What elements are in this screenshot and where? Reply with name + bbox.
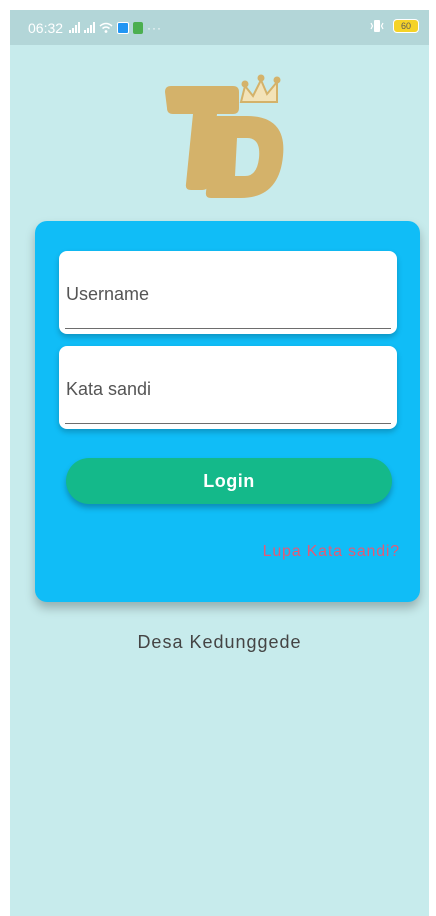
app-screen: 06:32 ··· 60 Username Kata sandi Login L… — [10, 10, 429, 916]
status-icons-right: 60 — [369, 19, 419, 33]
password-underline — [65, 423, 391, 424]
signal-icon — [69, 22, 81, 33]
more-notifications-icon: ··· — [147, 20, 163, 35]
wifi-icon — [99, 22, 113, 33]
status-time: 06:32 — [28, 19, 64, 36]
notification-app-icon-2 — [133, 21, 144, 34]
username-underline — [65, 328, 391, 329]
password-placeholder: Kata sandi — [66, 379, 152, 399]
status-bar: 06:32 ··· 60 — [10, 10, 429, 45]
username-field[interactable]: Username — [59, 251, 397, 334]
username-placeholder: Username — [66, 284, 150, 304]
battery-icon: 60 — [393, 19, 419, 33]
notification-app-icon — [117, 21, 130, 34]
login-card: Username Kata sandi Login Lupa Kata sand… — [35, 221, 420, 602]
password-field[interactable]: Kata sandi — [59, 346, 397, 429]
vibrate-icon — [370, 20, 384, 32]
crown-icon — [239, 74, 281, 103]
village-name: Desa Kedunggede — [137, 632, 302, 652]
login-button[interactable]: Login — [66, 458, 392, 504]
signal-icon-2 — [84, 22, 96, 33]
status-icons-left: ··· — [69, 21, 162, 35]
td-logo — [165, 74, 284, 198]
forgot-password-link[interactable]: Lupa Kata sandi? — [263, 543, 400, 561]
